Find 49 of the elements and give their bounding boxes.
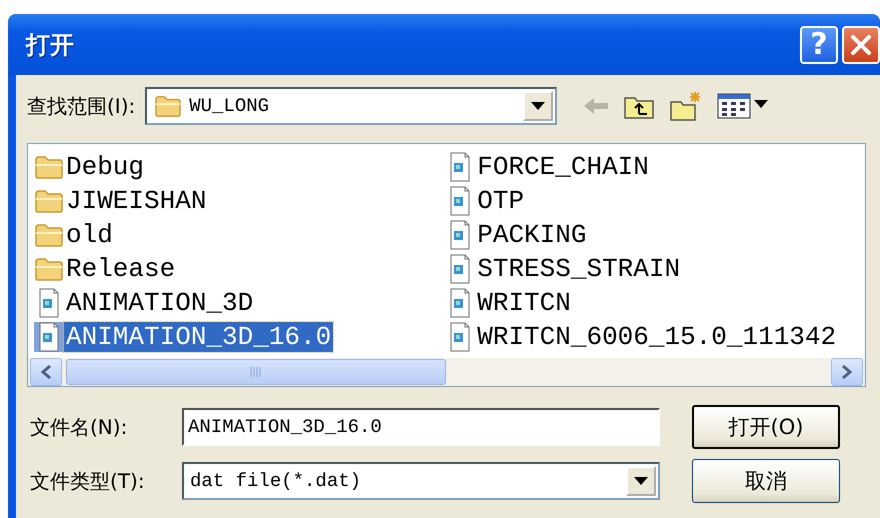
file-name-field[interactable]: ANIMATION_3D_16.0 — [182, 408, 660, 446]
file-type-dropdown[interactable]: dat file(*.dat) — [182, 462, 660, 500]
close-button[interactable] — [842, 26, 880, 64]
close-icon — [849, 32, 873, 56]
look-in-label: 查找范围(I): — [27, 92, 136, 120]
file-name[interactable]: Release — [64, 254, 178, 284]
dropdown-button[interactable] — [626, 466, 656, 496]
cancel-button[interactable]: 取消 — [692, 459, 840, 503]
window-title: 打开 — [26, 30, 74, 60]
scroll-right-button[interactable] — [831, 358, 863, 386]
left-chevron-icon — [40, 364, 52, 380]
file-icon — [448, 254, 472, 284]
file-icon — [448, 322, 472, 352]
view-menu-icon[interactable] — [717, 92, 770, 120]
file-name[interactable]: JIWEISHAN — [64, 186, 208, 216]
horizontal-scrollbar[interactable] — [28, 358, 865, 386]
file-icon — [448, 186, 472, 216]
folder-icon — [34, 154, 64, 180]
grip-icon — [249, 367, 263, 377]
file-name[interactable]: WRITCN — [475, 288, 573, 318]
right-chevron-icon — [841, 364, 853, 380]
file-name[interactable]: FORCE_CHAIN — [475, 152, 651, 182]
file-type-label: 文件类型(T): — [29, 468, 146, 494]
folder-icon — [34, 222, 64, 248]
file-icon — [448, 220, 472, 250]
file-icon — [448, 152, 472, 182]
scroll-thumb[interactable] — [66, 359, 446, 385]
look-in-dropdown[interactable]: WU_LONG — [145, 87, 558, 125]
open-button[interactable]: 打开(O) — [692, 405, 840, 449]
file-name[interactable]: STRESS_STRAIN — [475, 254, 682, 284]
file-name[interactable]: WRITCN_6006_15.0_111342 — [475, 322, 838, 352]
folder-icon — [153, 94, 184, 118]
file-name[interactable]: old — [64, 220, 115, 250]
scroll-left-button[interactable] — [30, 358, 62, 386]
file-name[interactable]: Debug — [64, 152, 146, 182]
folder-icon — [34, 256, 64, 282]
file-icon — [448, 288, 472, 318]
caret-icon — [531, 102, 546, 110]
dropdown-button[interactable] — [523, 91, 554, 121]
file-name[interactable]: ANIMATION_3D_16.0 — [64, 322, 334, 352]
help-button[interactable]: ? — [800, 26, 838, 64]
file-name[interactable]: OTP — [475, 186, 526, 216]
caret-icon — [634, 477, 648, 485]
file-name[interactable]: PACKING — [475, 220, 588, 250]
file-name-label: 文件名(N): — [29, 414, 128, 440]
folder-icon — [34, 188, 64, 214]
file-name[interactable]: ANIMATION_3D — [64, 288, 256, 318]
file-icon — [37, 288, 61, 318]
file-icon — [37, 322, 61, 352]
